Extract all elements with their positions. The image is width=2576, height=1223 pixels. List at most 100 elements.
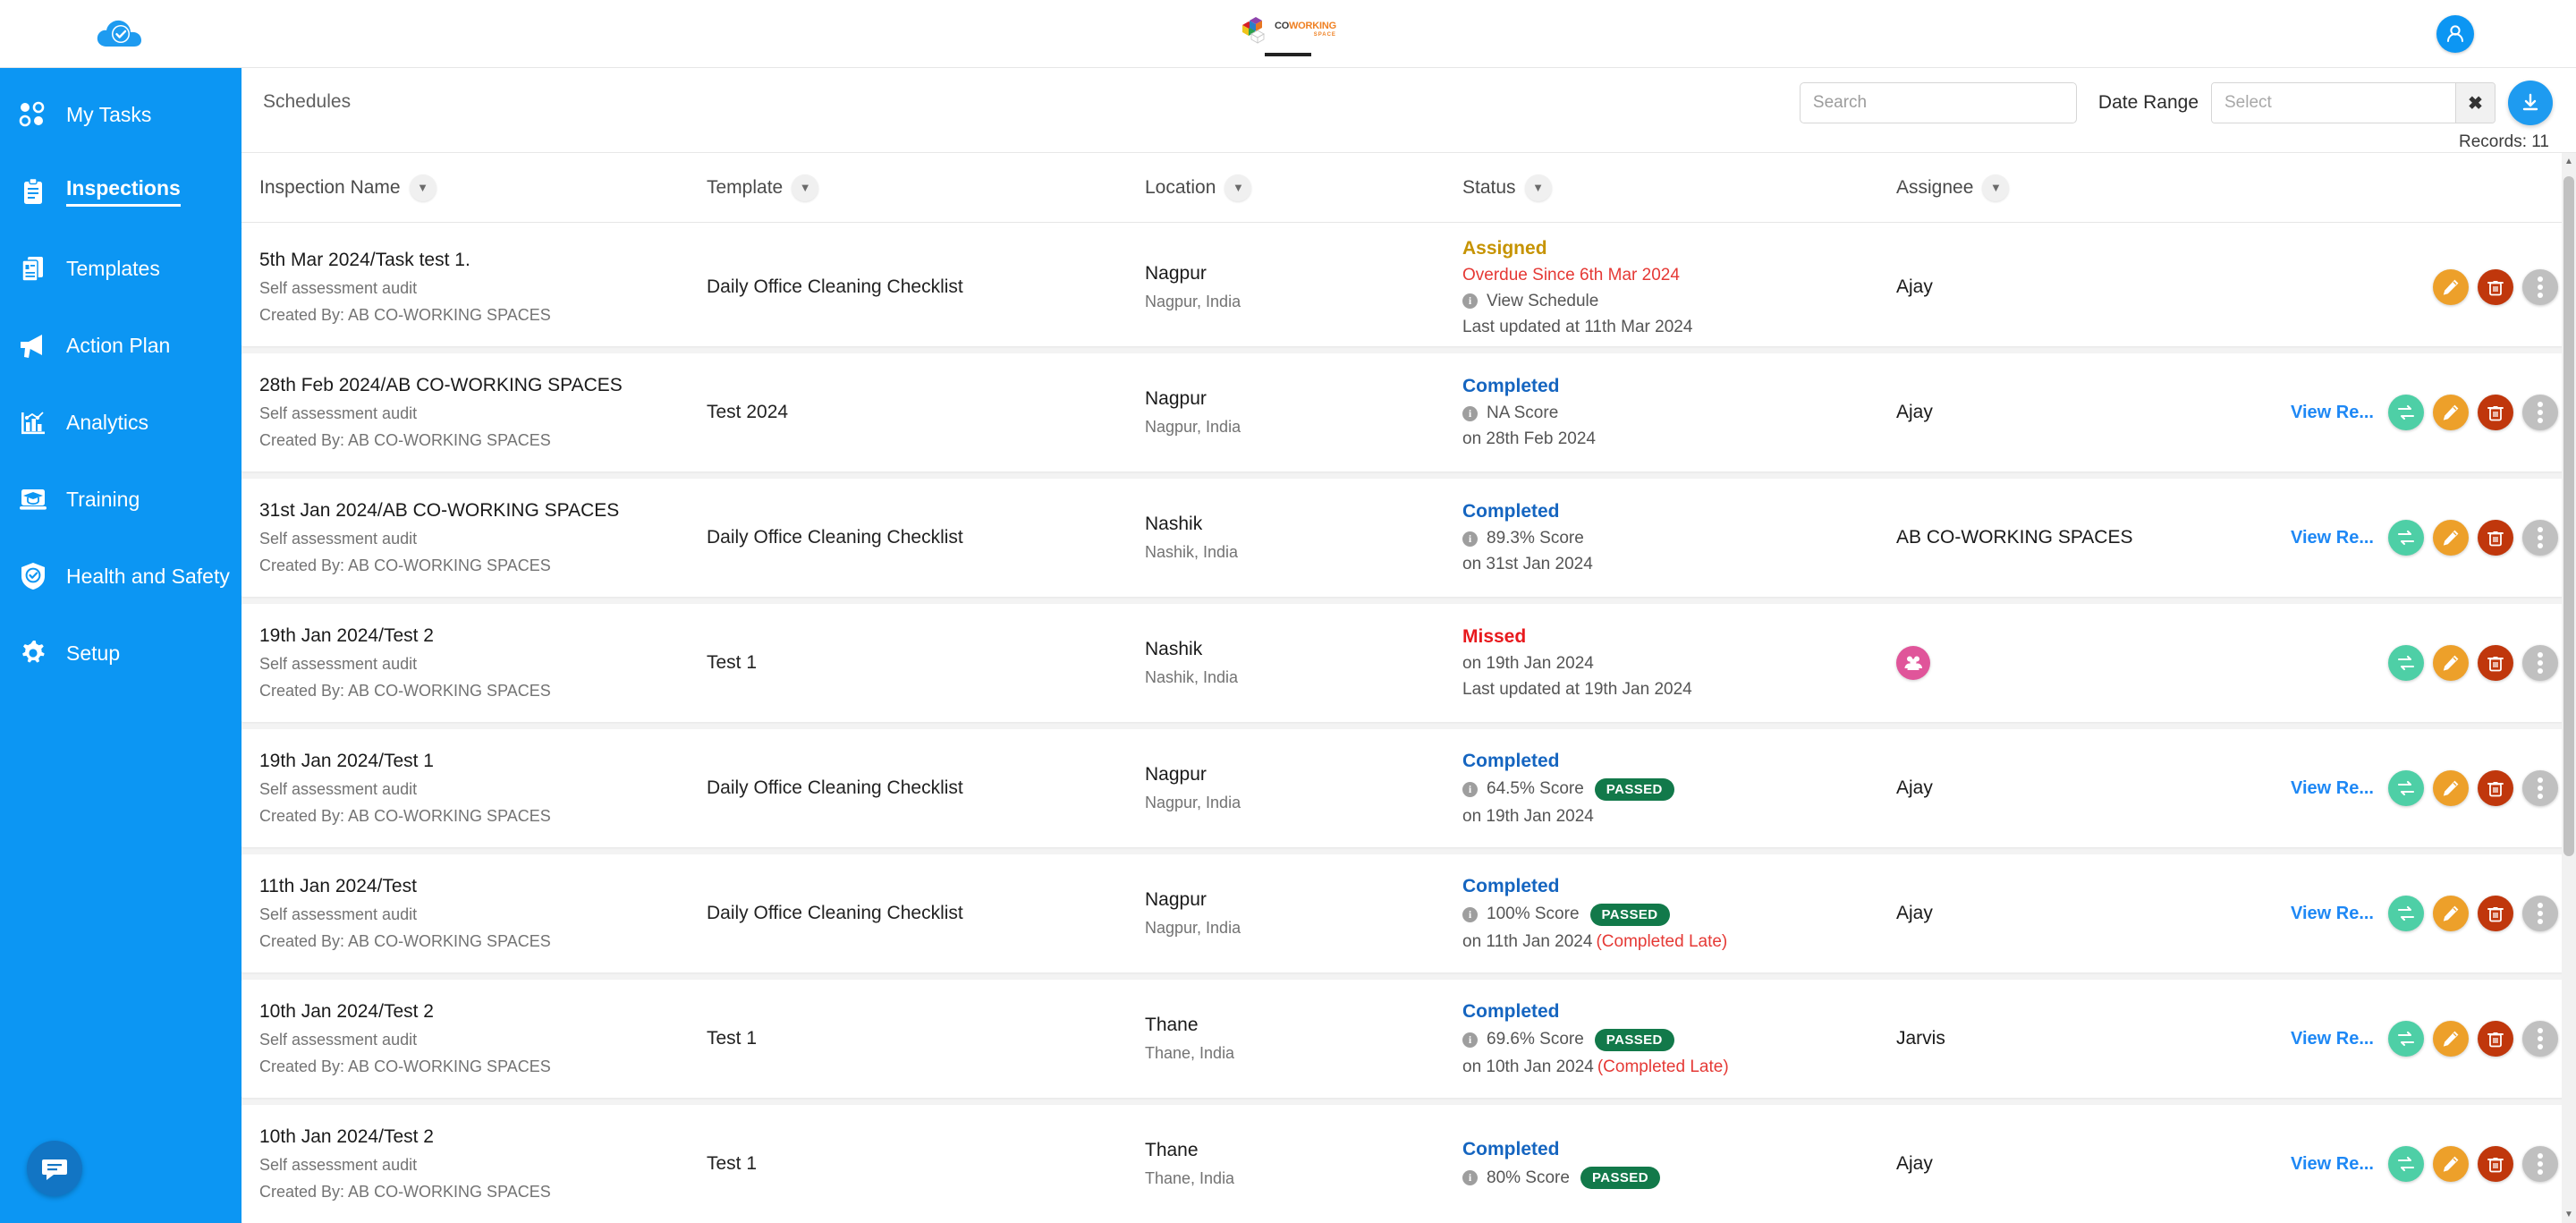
chevron-down-icon[interactable]: ▼ xyxy=(1982,174,2010,201)
reassign-button[interactable] xyxy=(2388,520,2424,556)
download-button[interactable] xyxy=(2508,81,2553,125)
edit-button[interactable] xyxy=(2433,395,2469,430)
passed-badge: PASSED xyxy=(1594,1028,1674,1051)
column-header-inspection-name[interactable]: Inspection Name ▼ xyxy=(259,174,707,201)
sidebar-item-setup[interactable]: Setup xyxy=(0,628,242,678)
edit-button[interactable] xyxy=(2433,770,2469,806)
table-row[interactable]: 28th Feb 2024/AB CO-WORKING SPACES Self a… xyxy=(242,353,2576,471)
edit-button[interactable] xyxy=(2433,896,2469,931)
user-avatar-button[interactable] xyxy=(2436,14,2474,53)
sidebar-item-health-and-safety[interactable]: Health and Safety xyxy=(0,551,242,601)
location-sub: Nagpur, India xyxy=(1145,293,1241,310)
reassign-button[interactable] xyxy=(2388,1021,2424,1057)
view-report-link[interactable]: View Re... xyxy=(2291,904,2374,924)
table-row[interactable]: 19th Jan 2024/Test 1 Self assessment audi… xyxy=(242,729,2576,847)
scroll-up-icon[interactable]: ▲ xyxy=(2564,157,2573,166)
avatar[interactable] xyxy=(1896,646,1930,680)
delete-button[interactable] xyxy=(2478,1021,2513,1057)
inspection-creator: Created By: AB CO-WORKING SPACES xyxy=(259,682,551,700)
status-badge: Assigned xyxy=(1462,237,1547,259)
status-badge: Missed xyxy=(1462,626,1527,647)
location-sub: Nashik, India xyxy=(1145,543,1239,561)
delete-button[interactable] xyxy=(2478,645,2513,681)
delete-button[interactable] xyxy=(2478,395,2513,430)
status-date: on 19th Jan 2024 xyxy=(1462,806,1594,826)
date-range-input[interactable] xyxy=(2212,83,2455,123)
status-date: on 10th Jan 2024 (Completed Late) xyxy=(1462,1057,1729,1076)
sidebar-item-analytics[interactable]: Analytics xyxy=(0,397,242,447)
reassign-button[interactable] xyxy=(2388,645,2424,681)
delete-button[interactable] xyxy=(2478,269,2513,305)
delete-button[interactable] xyxy=(2478,520,2513,556)
more-options-button[interactable] xyxy=(2522,395,2558,430)
table-row[interactable]: 10th Jan 2024/Test 2 Self assessment audi… xyxy=(242,1105,2576,1223)
column-header-template[interactable]: Template ▼ xyxy=(707,174,1145,201)
reassign-button[interactable] xyxy=(2388,896,2424,931)
chevron-down-icon[interactable]: ▼ xyxy=(409,174,436,201)
delete-button[interactable] xyxy=(2478,896,2513,931)
view-report-link[interactable]: View Re... xyxy=(2291,528,2374,548)
sidebar-item-inspections[interactable]: Inspections xyxy=(0,166,242,217)
app-root: CO WORKING SPACE My Tasks Inspections Te… xyxy=(0,0,2576,1223)
clear-date-range-icon[interactable]: ✖ xyxy=(2455,83,2495,123)
brand-logo[interactable] xyxy=(0,16,242,52)
status-badge: Completed xyxy=(1462,875,1560,896)
view-report-link[interactable]: View Re... xyxy=(2291,403,2374,423)
sidebar-item-templates[interactable]: Templates xyxy=(0,243,242,293)
sidebar-item-training[interactable]: Training xyxy=(0,474,242,524)
overdue-text: Overdue Since 6th Mar 2024 xyxy=(1462,265,1680,285)
sidebar: My Tasks Inspections Templates Action Pl… xyxy=(0,68,242,1223)
chevron-down-icon[interactable]: ▼ xyxy=(1224,174,1252,201)
edit-button[interactable] xyxy=(2433,520,2469,556)
view-report-link[interactable]: View Re... xyxy=(2291,778,2374,799)
reassign-button[interactable] xyxy=(2388,770,2424,806)
more-options-button[interactable] xyxy=(2522,1146,2558,1182)
column-header-status[interactable]: Status ▼ xyxy=(1462,174,1896,201)
more-options-button[interactable] xyxy=(2522,520,2558,556)
sidebar-item-action-plan[interactable]: Action Plan xyxy=(0,320,242,370)
delete-button[interactable] xyxy=(2478,770,2513,806)
date-range-label: Date Range xyxy=(2097,92,2199,113)
top-bar-right xyxy=(2334,14,2576,53)
more-options-button[interactable] xyxy=(2522,896,2558,931)
reassign-button[interactable] xyxy=(2388,395,2424,430)
edit-button[interactable] xyxy=(2433,1146,2469,1182)
search-input[interactable] xyxy=(1799,82,2077,123)
cell-inspection-name: 10th Jan 2024/Test 2 Self assessment audi… xyxy=(259,1001,707,1076)
delete-button[interactable] xyxy=(2478,1146,2513,1182)
table-row[interactable]: 5th Mar 2024/Task test 1. Self assessment… xyxy=(242,228,2576,346)
view-report-link[interactable]: View Re... xyxy=(2291,1154,2374,1175)
date-range-picker[interactable]: ✖ xyxy=(2211,82,2496,123)
column-header-assignee[interactable]: Assignee ▼ xyxy=(1896,174,2227,201)
chevron-down-icon[interactable]: ▼ xyxy=(792,174,819,201)
location-name: Thane xyxy=(1145,1015,1199,1035)
edit-button[interactable] xyxy=(2433,645,2469,681)
cell-status: Completed i NA Score on 28th Feb 2024 xyxy=(1462,376,1896,449)
inspection-creator: Created By: AB CO-WORKING SPACES xyxy=(259,306,551,324)
scrollbar-thumb[interactable] xyxy=(2563,176,2574,856)
view-report-link[interactable]: View Re... xyxy=(2291,1029,2374,1049)
vertical-scrollbar[interactable]: ▲ ▼ xyxy=(2562,153,2576,1223)
reassign-button[interactable] xyxy=(2388,1146,2424,1182)
info-icon: i xyxy=(1462,531,1478,547)
table-row[interactable]: 11th Jan 2024/Test Self assessment audit C… xyxy=(242,854,2576,972)
inspection-subtitle: Self assessment audit xyxy=(259,655,418,673)
table-row[interactable]: 19th Jan 2024/Test 2 Self assessment audi… xyxy=(242,604,2576,722)
edit-button[interactable] xyxy=(2433,1021,2469,1057)
more-options-button[interactable] xyxy=(2522,645,2558,681)
sidebar-item-my-tasks[interactable]: My Tasks xyxy=(0,89,242,140)
view-schedule-link[interactable]: i View Schedule xyxy=(1462,292,1896,311)
cell-status: Completed i 69.6% Score PASSED on 10th Jan 2… xyxy=(1462,1001,1896,1077)
more-options-button[interactable] xyxy=(2522,770,2558,806)
column-header-location[interactable]: Location ▼ xyxy=(1145,174,1462,201)
more-options-button[interactable] xyxy=(2522,1021,2558,1057)
chevron-down-icon[interactable]: ▼ xyxy=(1524,174,1552,201)
edit-button[interactable] xyxy=(2433,269,2469,305)
megaphone-icon xyxy=(18,330,61,361)
chat-bubble-icon[interactable] xyxy=(27,1141,82,1196)
more-options-button[interactable] xyxy=(2522,269,2558,305)
cell-template: Daily Office Cleaning Checklist xyxy=(707,527,963,548)
table-row[interactable]: 10th Jan 2024/Test 2 Self assessment audi… xyxy=(242,980,2576,1098)
scroll-down-icon[interactable]: ▼ xyxy=(2564,1210,2573,1219)
table-row[interactable]: 31st Jan 2024/AB CO-WORKING SPACES Self a… xyxy=(242,479,2576,597)
